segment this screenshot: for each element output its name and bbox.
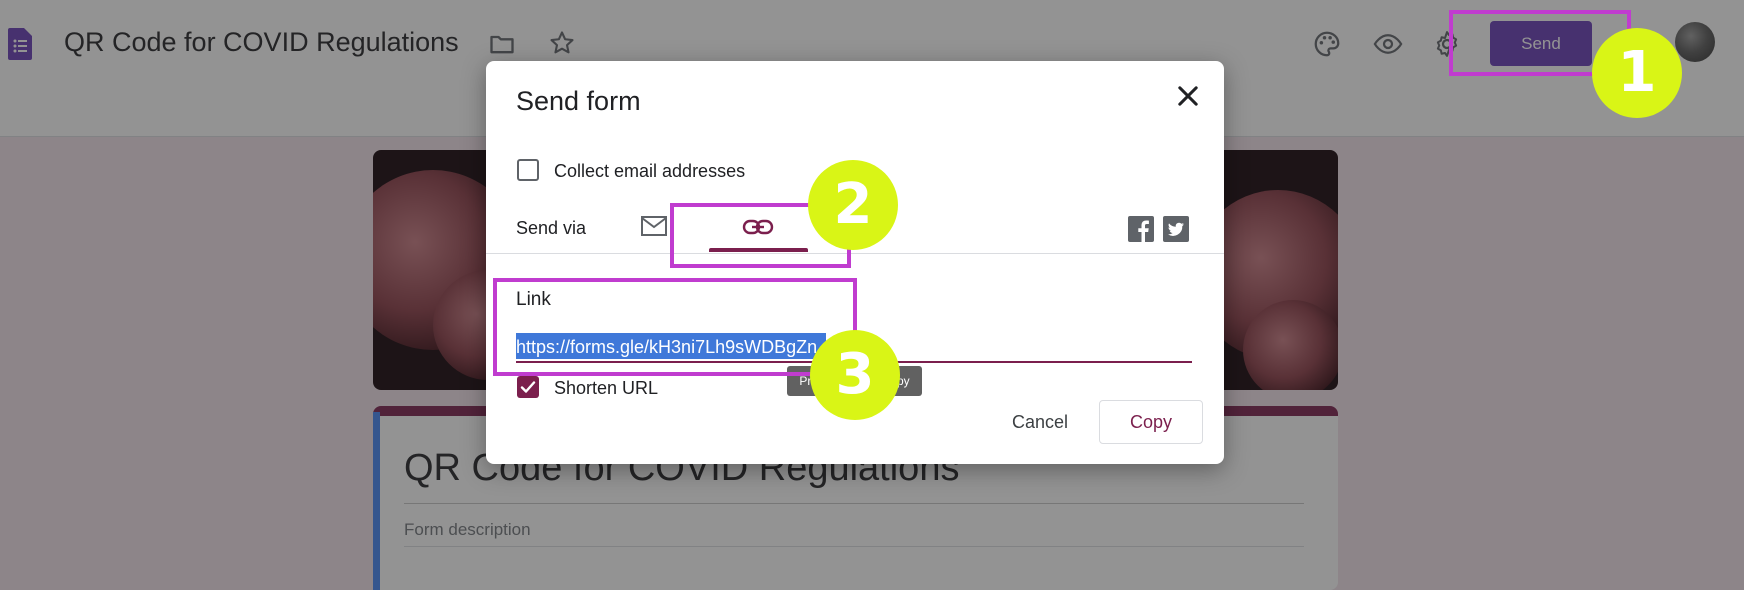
facebook-icon[interactable]	[1128, 216, 1154, 242]
email-icon[interactable]	[640, 214, 668, 238]
link-field-highlight	[493, 278, 857, 376]
collect-email-checkbox[interactable]	[517, 159, 539, 181]
cancel-button[interactable]: Cancel	[995, 402, 1085, 442]
tabs-divider	[486, 253, 1224, 254]
dialog-title: Send form	[516, 86, 641, 116]
twitter-icon[interactable]	[1163, 216, 1189, 242]
copy-button[interactable]: Copy	[1099, 400, 1203, 444]
send-via-label: Send via	[516, 218, 587, 238]
close-icon[interactable]	[1174, 82, 1202, 110]
step-2-badge: 2	[808, 160, 898, 250]
step-3-badge: 3	[810, 330, 900, 420]
shorten-url-label[interactable]: Shorten URL	[554, 378, 658, 399]
collect-email-label[interactable]: Collect email addresses	[554, 161, 745, 182]
shorten-url-checkbox[interactable]	[517, 376, 539, 398]
check-icon	[520, 381, 536, 393]
step-1-badge: 1	[1592, 28, 1682, 118]
